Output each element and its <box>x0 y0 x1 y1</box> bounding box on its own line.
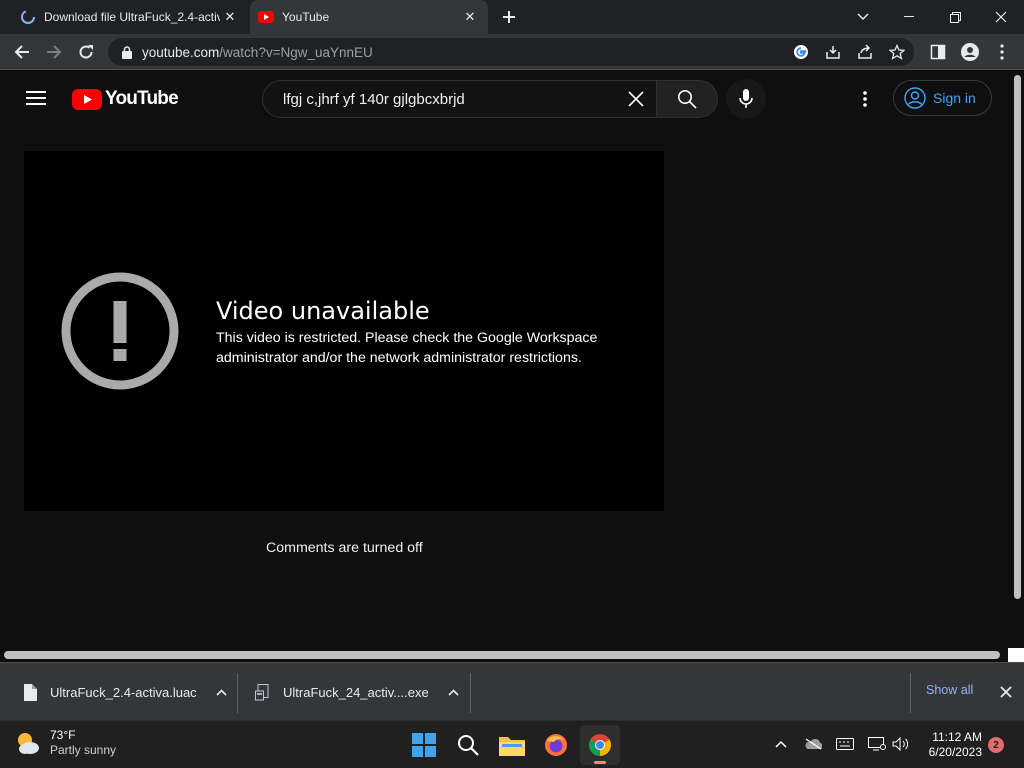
browser-toolbar: youtube.com/watch?v=Ngw_uaYnnEU <box>0 34 1024 70</box>
tab-title: YouTube <box>282 10 330 24</box>
weather-temp: 73°F <box>50 728 76 742</box>
onedrive-icon[interactable] <box>802 733 824 755</box>
reload-button[interactable] <box>73 39 99 65</box>
taskbar: 73°F Partly sunny 11:12 AM 6/20/2023 2 <box>0 720 1024 768</box>
file-explorer-button[interactable] <box>492 725 532 765</box>
scrollbar-corner <box>1008 648 1024 662</box>
horizontal-scrollbar-thumb[interactable] <box>4 651 1000 659</box>
new-tab-button[interactable] <box>498 6 520 28</box>
microphone-icon <box>739 89 753 108</box>
chevron-up-icon[interactable] <box>211 681 233 703</box>
folder-icon <box>499 737 525 756</box>
error-message: This video is restricted. Please check t… <box>216 330 598 366</box>
guide-menu-button[interactable] <box>22 84 50 112</box>
volume-icon[interactable] <box>890 733 912 755</box>
active-app-indicator <box>594 761 606 764</box>
tab-title: Download file UltraFuck_2.4-activ <box>44 10 220 24</box>
close-window-button[interactable] <box>978 0 1024 34</box>
close-tab-icon[interactable]: ✕ <box>220 7 240 27</box>
browser-menu-icon[interactable] <box>989 39 1015 65</box>
screen: Download file UltraFuck_2.4-activ ✕ YouT… <box>0 0 1024 768</box>
divider <box>910 673 911 713</box>
youtube-favicon-icon <box>258 9 274 25</box>
minimize-button[interactable] <box>886 0 932 34</box>
loading-spinner-icon <box>20 9 36 25</box>
search-icon <box>458 735 479 756</box>
voice-search-button[interactable] <box>726 79 766 119</box>
install-app-icon[interactable] <box>823 42 843 62</box>
installer-icon <box>255 683 271 701</box>
clock-date: 6/20/2023 <box>928 745 982 759</box>
video-player[interactable]: Video unavailable This video is restrict… <box>24 151 664 511</box>
partly-sunny-icon <box>18 733 39 754</box>
close-downloads-icon[interactable] <box>996 682 1016 702</box>
exclamation-circle-icon <box>61 272 179 390</box>
network-icon[interactable] <box>866 733 888 755</box>
back-button[interactable] <box>9 39 35 65</box>
clock-time: 11:12 AM <box>932 730 982 744</box>
search-box[interactable]: lfgj c,jhrf yf 140r gjlgbcxbrjd <box>262 80 656 118</box>
error-title: Video unavailable <box>216 297 430 325</box>
clear-search-icon[interactable] <box>618 81 654 117</box>
tab-search-chevron-icon[interactable] <box>840 0 886 34</box>
youtube-play-logo-icon <box>72 88 102 110</box>
youtube-wordmark: YouTube <box>105 88 179 109</box>
start-button[interactable] <box>404 725 444 765</box>
settings-more-icon[interactable] <box>852 86 878 112</box>
tab-strip: Download file UltraFuck_2.4-activ ✕ YouT… <box>0 0 1024 34</box>
share-icon[interactable] <box>855 42 875 62</box>
google-icon[interactable] <box>791 42 811 62</box>
chevron-up-icon[interactable] <box>443 681 465 703</box>
forward-button[interactable] <box>41 39 67 65</box>
search-icon <box>678 90 697 109</box>
chrome-button[interactable] <box>580 725 620 765</box>
downloads-shelf: UltraFuck_2.4-activa.luac UltraFuck_24_a… <box>0 662 1024 720</box>
download-filename: UltraFuck_2.4-activa.luac <box>50 684 197 700</box>
tab-youtube[interactable]: YouTube ✕ <box>250 0 488 34</box>
vertical-scrollbar[interactable] <box>1012 71 1024 648</box>
windows-start-icon <box>412 733 436 757</box>
side-panel-icon[interactable] <box>925 39 951 65</box>
horizontal-scrollbar[interactable] <box>0 648 1024 662</box>
taskbar-search-button[interactable] <box>448 725 488 765</box>
divider <box>470 673 471 713</box>
chrome-icon <box>589 734 611 756</box>
search-input[interactable]: lfgj c,jhrf yf 140r gjlgbcxbrjd <box>283 91 618 108</box>
youtube-page: YouTube lfgj c,jhrf yf 140r gjlgbcxbrjd … <box>0 71 1012 648</box>
sign-in-label: Sign in <box>933 90 976 106</box>
bookmark-star-icon[interactable] <box>887 42 907 62</box>
keyboard-icon[interactable] <box>834 733 856 755</box>
youtube-logo[interactable]: YouTube <box>72 88 179 110</box>
notification-badge[interactable]: 2 <box>988 737 1004 753</box>
profile-icon[interactable] <box>957 39 983 65</box>
system-clock[interactable]: 11:12 AM 6/20/2023 <box>922 730 982 760</box>
weather-condition: Partly sunny <box>50 743 117 757</box>
restore-button[interactable] <box>932 0 978 34</box>
download-filename: UltraFuck_24_activ....exe <box>283 684 429 700</box>
sign-in-button[interactable]: Sign in <box>893 80 992 116</box>
address-bar[interactable]: youtube.com/watch?v=Ngw_uaYnnEU <box>108 38 914 66</box>
download-item[interactable]: UltraFuck_2.4-activa.luac <box>22 663 233 721</box>
tab-download-file[interactable]: Download file UltraFuck_2.4-activ ✕ <box>8 0 248 34</box>
close-tab-icon[interactable]: ✕ <box>460 7 480 27</box>
url-path: /watch?v=Ngw_uaYnnEU <box>219 44 373 60</box>
weather-widget[interactable]: 73°F Partly sunny <box>14 728 116 758</box>
account-circle-icon <box>904 87 926 109</box>
divider <box>237 673 238 713</box>
show-all-downloads-button[interactable]: Show all <box>926 683 973 697</box>
firefox-icon <box>545 734 567 756</box>
comments-status: Comments are turned off <box>266 540 423 556</box>
download-item[interactable]: UltraFuck_24_activ....exe <box>255 663 465 721</box>
show-hidden-icons-chevron-icon[interactable] <box>770 733 792 755</box>
lock-icon[interactable] <box>120 45 134 59</box>
vertical-scrollbar-thumb[interactable] <box>1014 75 1021 599</box>
url-host: youtube.com <box>142 44 220 60</box>
search-button[interactable] <box>656 80 718 118</box>
file-icon <box>22 683 38 701</box>
firefox-button[interactable] <box>536 725 576 765</box>
